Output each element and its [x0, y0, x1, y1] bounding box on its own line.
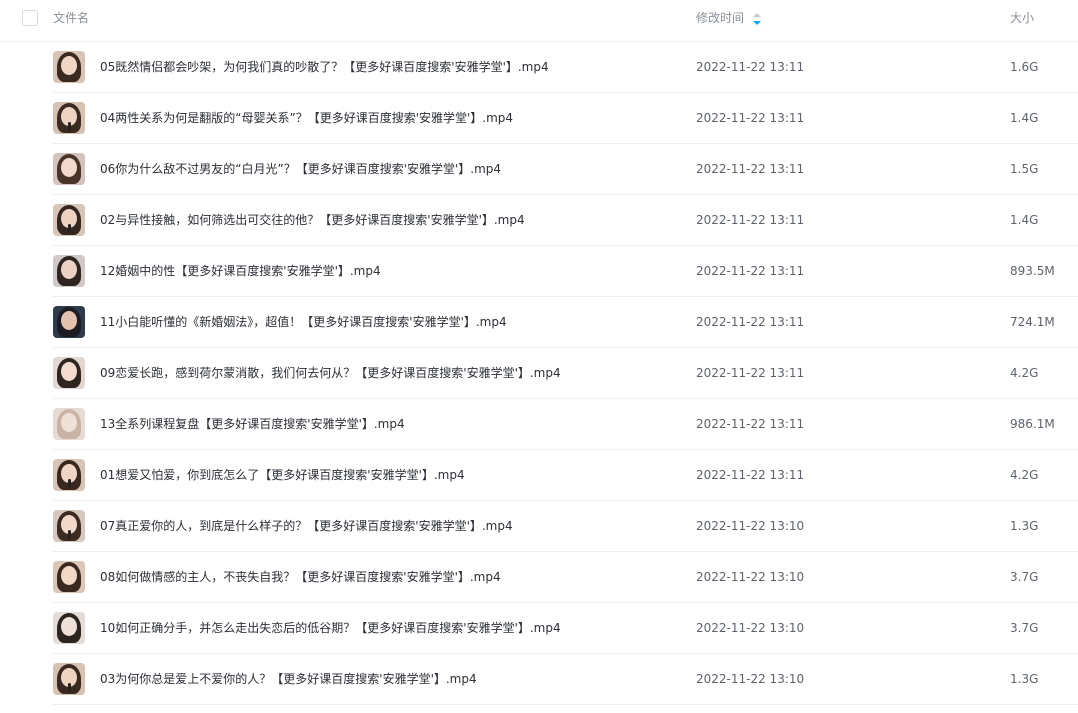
- table-row[interactable]: 03为何你总是爱上不爱你的人？【更多好课百度搜索'安雅学堂'】.mp4 2022-…: [52, 654, 1078, 705]
- thumbnail-face: [61, 311, 77, 330]
- file-name-link[interactable]: 13全系列课程复盘【更多好课百度搜索'安雅学堂'】.mp4: [100, 416, 405, 432]
- column-header-size[interactable]: 大小: [1010, 10, 1034, 26]
- sort-descending-icon[interactable]: [752, 11, 762, 25]
- video-thumbnail[interactable]: [53, 255, 85, 287]
- file-size: 3.7G: [1010, 621, 1039, 635]
- file-rows: 05既然情侣都会吵架，为何我们真的吵散了？【更多好课百度搜索'安雅学堂'】.mp…: [0, 42, 1078, 705]
- file-modified-time: 2022-11-22 13:11: [696, 315, 805, 329]
- video-thumbnail[interactable]: [53, 561, 85, 593]
- video-thumbnail[interactable]: [53, 612, 85, 644]
- thumbnail-face: [61, 413, 77, 432]
- file-size: 1.4G: [1010, 213, 1039, 227]
- file-name-link[interactable]: 10如何正确分手，并怎么走出失恋后的低谷期？【更多好课百度搜索'安雅学堂'】.m…: [100, 620, 561, 636]
- file-name-link[interactable]: 04两性关系为何是翻版的“母婴关系”？【更多好课百度搜索'安雅学堂'】.mp4: [100, 110, 513, 126]
- file-name-link[interactable]: 05既然情侣都会吵架，为何我们真的吵散了？【更多好课百度搜索'安雅学堂'】.mp…: [100, 59, 549, 75]
- file-name-link[interactable]: 12婚姻中的性【更多好课百度搜索'安雅学堂'】.mp4: [100, 263, 381, 279]
- table-row[interactable]: 12婚姻中的性【更多好课百度搜索'安雅学堂'】.mp4 2022-11-22 13…: [52, 246, 1078, 297]
- file-list-table: 文件名 修改时间 大小 05既然情侣都会吵架，为何我们真的吵散了？【更多好课百度…: [0, 0, 1078, 713]
- file-modified-time: 2022-11-22 13:11: [696, 468, 805, 482]
- file-modified-time: 2022-11-22 13:11: [696, 366, 805, 380]
- thumbnail-microphone: [68, 122, 71, 131]
- file-size: 1.5G: [1010, 162, 1039, 176]
- video-thumbnail[interactable]: [53, 459, 85, 491]
- file-modified-time: 2022-11-22 13:11: [696, 162, 805, 176]
- sort-down-arrow: [753, 21, 761, 25]
- file-size: 4.2G: [1010, 468, 1039, 482]
- table-row[interactable]: 06你为什么敌不过男友的“白月光”？【更多好课百度搜索'安雅学堂'】.mp4 20…: [52, 144, 1078, 195]
- file-modified-time: 2022-11-22 13:11: [696, 60, 805, 74]
- file-name-link[interactable]: 09恋爱长跑，感到荷尔蒙消散，我们何去何从？【更多好课百度搜索'安雅学堂'】.m…: [100, 365, 561, 381]
- video-thumbnail[interactable]: [53, 663, 85, 695]
- file-name-link[interactable]: 01想爱又怕爱，你到底怎么了【更多好课百度搜索'安雅学堂'】.mp4: [100, 467, 465, 483]
- thumbnail-face: [61, 260, 77, 279]
- file-size: 893.5M: [1010, 264, 1055, 278]
- file-modified-time: 2022-11-22 13:10: [696, 570, 805, 584]
- thumbnail-microphone: [68, 479, 71, 488]
- select-all-checkbox[interactable]: [22, 10, 38, 26]
- file-size: 3.7G: [1010, 570, 1039, 584]
- table-row[interactable]: 07真正爱你的人，到底是什么样子的？【更多好课百度搜索'安雅学堂'】.mp4 20…: [52, 501, 1078, 552]
- table-row[interactable]: 10如何正确分手，并怎么走出失恋后的低谷期？【更多好课百度搜索'安雅学堂'】.m…: [52, 603, 1078, 654]
- file-name-link[interactable]: 03为何你总是爱上不爱你的人？【更多好课百度搜索'安雅学堂'】.mp4: [100, 671, 477, 687]
- file-name-link[interactable]: 08如何做情感的主人，不丧失自我？【更多好课百度搜索'安雅学堂'】.mp4: [100, 569, 501, 585]
- file-modified-time: 2022-11-22 13:11: [696, 213, 805, 227]
- thumbnail-face: [61, 566, 77, 585]
- file-modified-time: 2022-11-22 13:11: [696, 264, 805, 278]
- table-row[interactable]: 04两性关系为何是翻版的“母婴关系”？【更多好课百度搜索'安雅学堂'】.mp4 2…: [52, 93, 1078, 144]
- file-modified-time: 2022-11-22 13:10: [696, 519, 805, 533]
- thumbnail-face: [61, 617, 77, 636]
- video-thumbnail[interactable]: [53, 153, 85, 185]
- file-modified-time: 2022-11-22 13:11: [696, 111, 805, 125]
- table-row[interactable]: 01想爱又怕爱，你到底怎么了【更多好课百度搜索'安雅学堂'】.mp4 2022-1…: [52, 450, 1078, 501]
- file-modified-time: 2022-11-22 13:10: [696, 672, 805, 686]
- thumbnail-face: [61, 362, 77, 381]
- thumbnail-face: [61, 56, 77, 75]
- video-thumbnail[interactable]: [53, 306, 85, 338]
- file-size: 1.3G: [1010, 519, 1039, 533]
- thumbnail-microphone: [68, 530, 71, 539]
- file-name-link[interactable]: 02与异性接触，如何筛选出可交往的他？【更多好课百度搜索'安雅学堂'】.mp4: [100, 212, 525, 228]
- file-size: 1.4G: [1010, 111, 1039, 125]
- file-modified-time: 2022-11-22 13:10: [696, 621, 805, 635]
- thumbnail-microphone: [68, 683, 71, 692]
- file-size: 1.6G: [1010, 60, 1039, 74]
- video-thumbnail[interactable]: [53, 510, 85, 542]
- table-row[interactable]: 02与异性接触，如何筛选出可交往的他？【更多好课百度搜索'安雅学堂'】.mp4 2…: [52, 195, 1078, 246]
- table-row[interactable]: 05既然情侣都会吵架，为何我们真的吵散了？【更多好课百度搜索'安雅学堂'】.mp…: [52, 42, 1078, 93]
- file-name-link[interactable]: 07真正爱你的人，到底是什么样子的？【更多好课百度搜索'安雅学堂'】.mp4: [100, 518, 513, 534]
- table-row[interactable]: 08如何做情感的主人，不丧失自我？【更多好课百度搜索'安雅学堂'】.mp4 202…: [52, 552, 1078, 603]
- table-row[interactable]: 11小白能听懂的《新婚姻法》，超值！【更多好课百度搜索'安雅学堂'】.mp4 20…: [52, 297, 1078, 348]
- video-thumbnail[interactable]: [53, 102, 85, 134]
- column-header-name[interactable]: 文件名: [53, 10, 89, 26]
- file-name-link[interactable]: 11小白能听懂的《新婚姻法》，超值！【更多好课百度搜索'安雅学堂'】.mp4: [100, 314, 507, 330]
- file-modified-time: 2022-11-22 13:11: [696, 417, 805, 431]
- file-size: 4.2G: [1010, 366, 1039, 380]
- table-header: 文件名 修改时间 大小: [0, 0, 1078, 42]
- sort-up-arrow: [753, 13, 761, 17]
- table-row[interactable]: 13全系列课程复盘【更多好课百度搜索'安雅学堂'】.mp4 2022-11-22 …: [52, 399, 1078, 450]
- column-header-modified-time[interactable]: 修改时间: [696, 10, 744, 26]
- file-size: 1.3G: [1010, 672, 1039, 686]
- file-name-link[interactable]: 06你为什么敌不过男友的“白月光”？【更多好课百度搜索'安雅学堂'】.mp4: [100, 161, 501, 177]
- video-thumbnail[interactable]: [53, 204, 85, 236]
- video-thumbnail[interactable]: [53, 51, 85, 83]
- thumbnail-face: [61, 158, 77, 177]
- video-thumbnail[interactable]: [53, 408, 85, 440]
- thumbnail-microphone: [68, 224, 71, 233]
- file-size: 724.1M: [1010, 315, 1055, 329]
- file-size: 986.1M: [1010, 417, 1055, 431]
- table-row[interactable]: 09恋爱长跑，感到荷尔蒙消散，我们何去何从？【更多好课百度搜索'安雅学堂'】.m…: [52, 348, 1078, 399]
- video-thumbnail[interactable]: [53, 357, 85, 389]
